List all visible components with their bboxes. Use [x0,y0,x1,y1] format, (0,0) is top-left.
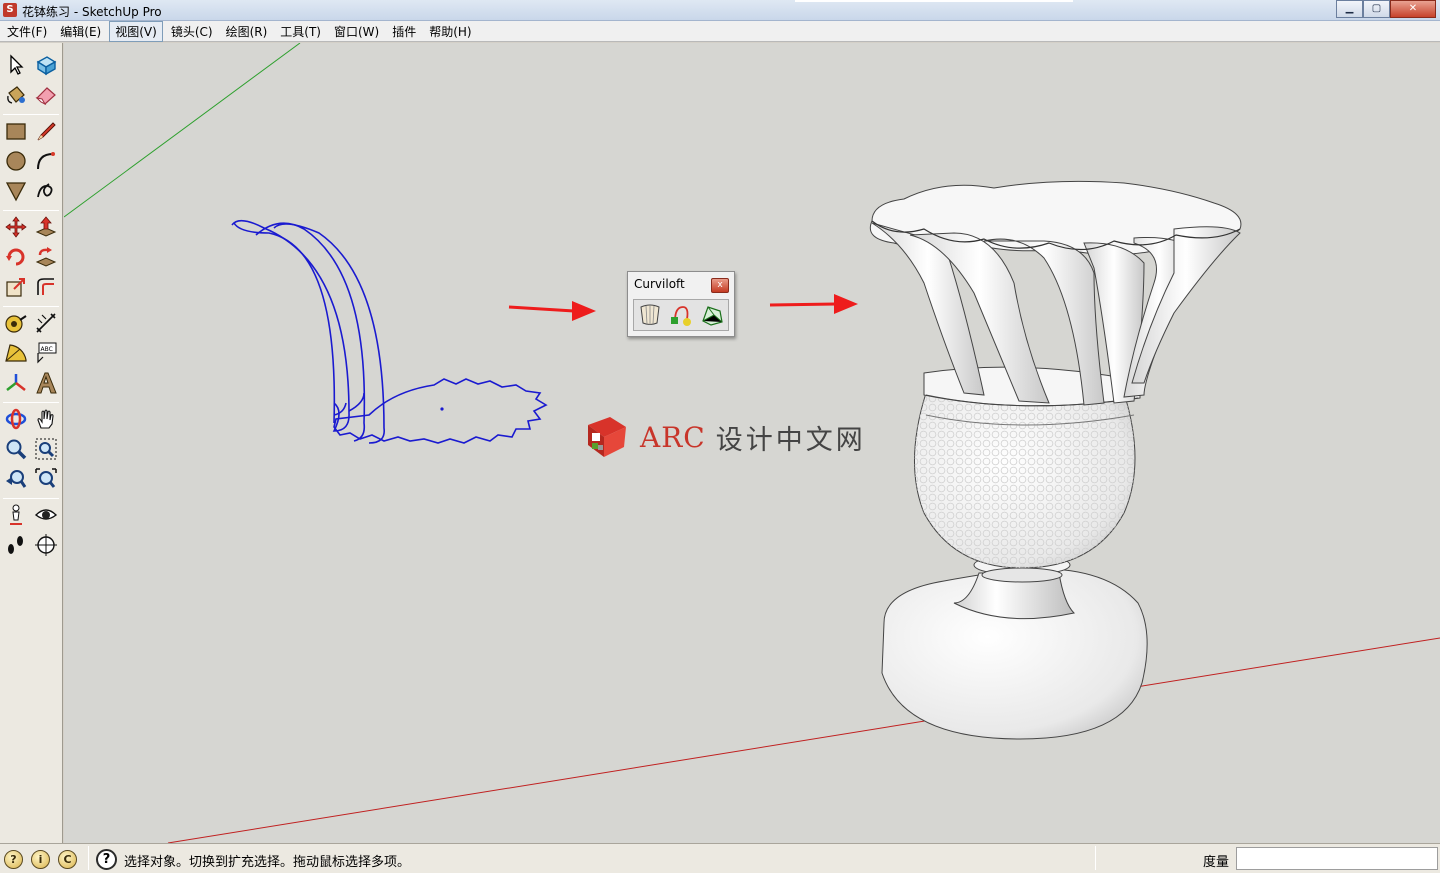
window-controls: ▁ ▢ ✕ [1336,0,1436,18]
3d-text-icon[interactable] [32,369,60,397]
flower-pot-model[interactable] [869,180,1242,740]
freehand-icon[interactable] [32,177,60,205]
dimension-icon[interactable] [32,309,60,337]
menu-help[interactable]: 帮助(H) [424,22,476,41]
menu-draw[interactable]: 绘图(R) [221,22,273,41]
push-pull-icon[interactable] [32,213,60,241]
follow-me-icon[interactable] [32,243,60,271]
sketchup-icon[interactable]: S [3,3,17,17]
menu-tools[interactable]: 工具(T) [275,22,326,41]
tape-measure-icon[interactable] [2,309,30,337]
profile-curves[interactable] [231,219,548,444]
title-strip [795,0,1073,2]
green-axis [64,43,301,218]
user-account-icon[interactable]: C [58,850,77,869]
circle-icon[interactable] [2,147,30,175]
protractor-icon[interactable] [2,339,30,367]
loft-along-path-icon[interactable] [698,301,726,329]
status-message: 选择对象。切换到扩充选择。拖动鼠标选择多项。 [124,855,411,870]
maximize-button[interactable]: ▢ [1363,0,1390,18]
component-tool-icon[interactable] [32,51,60,79]
minimize-button[interactable]: ▁ [1336,0,1363,18]
zoom-extents-icon[interactable] [32,465,60,493]
menu-file[interactable]: 文件(F) [2,22,52,41]
close-button[interactable]: ✕ [1390,0,1436,18]
credits-icon[interactable]: i [31,850,50,869]
skin-contours-icon[interactable] [667,301,695,329]
status-divider [1095,846,1096,870]
zoom-window-icon[interactable] [32,435,60,463]
offset-icon[interactable] [32,273,60,301]
window-title: 花钵练习 - SketchUp Pro [22,5,162,19]
look-around-icon[interactable] [32,501,60,529]
text-icon[interactable]: ABC [32,339,60,367]
curviloft-close-button[interactable]: x [711,278,729,293]
arc-watermark: ARC 设计中文网 [584,415,866,459]
rectangle-icon[interactable] [2,117,30,145]
menu-view[interactable]: 视图(V) [109,20,163,42]
model-viewport[interactable]: Curviloft x ARC 设计中文网 [64,43,1440,843]
curviloft-title: Curviloft [634,277,685,291]
axes-icon[interactable] [2,369,30,397]
eraser-icon[interactable] [32,81,60,109]
red-axis [167,637,1440,843]
curviloft-tools [633,299,729,331]
sketchup-window: S 花钵练习 - SketchUp Pro ▁ ▢ ✕ 文件(F) 编辑(E) … [0,0,1440,873]
measurements-input[interactable] [1236,847,1438,870]
menu-bar: 文件(F) 编辑(E) 视图(V) 镜头(C) 绘图(R) 工具(T) 窗口(W… [0,20,1440,42]
scale-icon[interactable] [2,273,30,301]
position-camera-icon[interactable] [2,501,30,529]
rotate-icon[interactable] [2,243,30,271]
profile-center-point [440,407,444,411]
geo-location-icon[interactable]: ? [4,850,23,869]
arc-icon[interactable] [32,147,60,175]
arrow-right [769,294,858,314]
zoom-icon[interactable] [2,435,30,463]
large-tool-set: ABC [0,43,63,843]
previous-view-icon[interactable] [2,465,30,493]
pan-icon[interactable] [32,405,60,433]
menu-plugins[interactable]: 插件 [387,22,421,41]
loft-by-spline-icon[interactable] [636,301,664,329]
orbit-icon[interactable] [2,405,30,433]
menu-window[interactable]: 窗口(W) [329,22,384,41]
title-bar: S 花钵练习 - SketchUp Pro ▁ ▢ ✕ [0,0,1440,21]
menu-camera[interactable]: 镜头(C) [166,22,218,41]
move-icon[interactable] [2,213,30,241]
status-bar: ? i C ? 选择对象。切换到扩充选择。拖动鼠标选择多项。 度量 [0,843,1440,873]
curviloft-toolbar[interactable]: Curviloft x [627,271,735,337]
measurements-label: 度量 [1203,855,1230,870]
dimension-icon-text: ABC [41,346,53,353]
watermark-latin: ARC [640,420,706,454]
help-icon[interactable]: ? [96,849,117,870]
arc-logo [588,417,626,457]
menu-edit[interactable]: 编辑(E) [55,22,106,41]
select-tool-icon[interactable] [2,51,30,79]
watermark-chinese: 设计中文网 [715,424,866,456]
paint-bucket-icon[interactable] [2,81,30,109]
polygon-icon[interactable] [2,177,30,205]
line-icon[interactable] [32,117,60,145]
section-plane-icon[interactable] [32,531,60,559]
arrow-left [508,301,596,321]
status-divider [88,846,89,870]
walk-icon[interactable] [2,531,30,559]
